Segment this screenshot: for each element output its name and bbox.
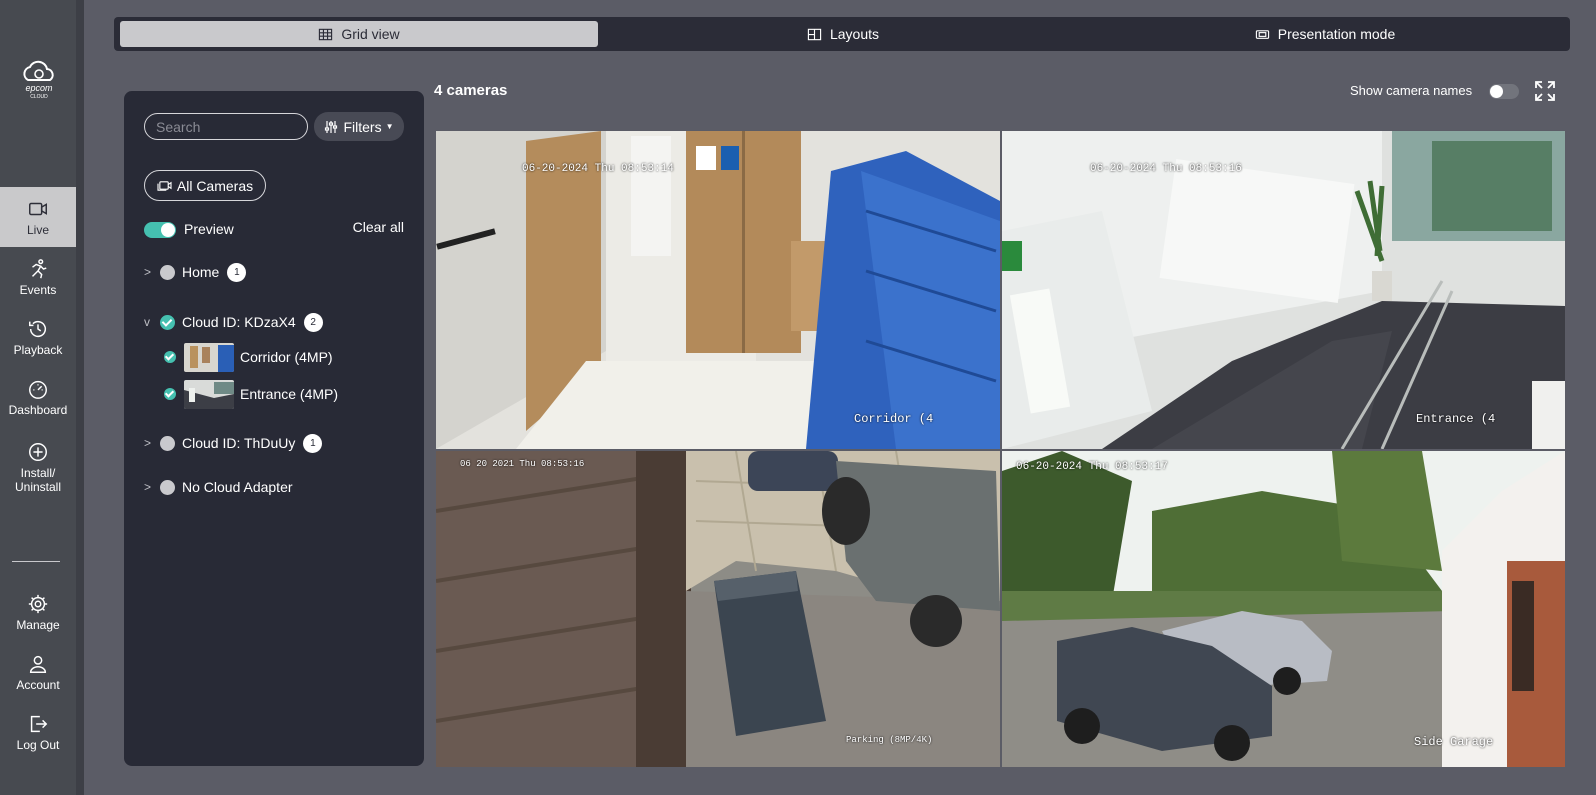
svg-text:epcom: epcom: [25, 83, 53, 93]
group-cloud-kdzax4[interactable]: v Cloud ID: KDzaX4 2: [144, 311, 323, 333]
camera-tile-side-garage[interactable]: 06-20-2024 Thu 08:53:17 Side Garage: [1002, 451, 1565, 767]
nav-label-logout: Log Out: [16, 737, 60, 752]
camera-feed-corridor: [436, 131, 1000, 449]
camera-count-badge: 2: [303, 312, 323, 332]
multi-camera-icon: [157, 181, 172, 191]
nav-item-events[interactable]: Events: [0, 247, 76, 307]
gauge-icon: [29, 380, 47, 399]
nav-label-dashboard: Dashboard: [8, 402, 68, 417]
group-cloud-thduuy[interactable]: > Cloud ID: ThDuUy 1: [144, 432, 323, 454]
nav-edge: [76, 0, 84, 795]
camera-tile-corridor[interactable]: 06-20-2024 Thu 08:53:14 Corridor (4: [436, 131, 1000, 449]
sliders-icon: [325, 120, 338, 133]
search-input[interactable]: [144, 113, 308, 140]
camera-timestamp: 06-20-2024 Thu 08:53:14: [522, 163, 674, 175]
chevron-down-icon[interactable]: v: [144, 315, 156, 329]
group-select-dot[interactable]: [160, 479, 175, 495]
camera-count-badge: 1: [303, 433, 323, 453]
view-tab-bar: Grid view Layouts Presentation mode: [114, 17, 1570, 51]
nav-label-playback: Playback: [13, 342, 63, 357]
nav-item-account[interactable]: Account: [0, 642, 76, 702]
svg-text:CLOUD: CLOUD: [30, 94, 48, 100]
tab-presentation-mode[interactable]: Presentation mode: [1086, 21, 1564, 47]
camera-checked-icon[interactable]: [164, 351, 176, 363]
camera-feed-entrance: [1002, 131, 1565, 449]
camera-item-entrance[interactable]: Entrance (4MP): [164, 379, 338, 409]
camera-checked-icon[interactable]: [164, 388, 176, 400]
epcom-cloud-logo[interactable]: epcom CLOUD: [19, 58, 59, 100]
camera-feed-parking: [436, 451, 1000, 767]
camera-overlay-label: Parking (8MP/4K): [846, 735, 933, 745]
camera-thumbnail: [184, 342, 234, 372]
history-icon: [29, 320, 47, 337]
show-camera-names-toggle[interactable]: [1489, 84, 1519, 99]
group-no-cloud-adapter[interactable]: > No Cloud Adapter: [144, 476, 293, 498]
nav-item-logout[interactable]: Log Out: [0, 702, 76, 762]
camera-tile-parking[interactable]: 06 20 2021 Thu 08:53:16 Parking (8MP/4K): [436, 451, 1000, 767]
camera-feed-side-garage: [1002, 451, 1565, 767]
filters-button[interactable]: Filters ▼: [314, 112, 404, 141]
group-select-dot[interactable]: [160, 435, 175, 451]
person-icon: [29, 655, 47, 673]
caret-down-icon: ▼: [385, 122, 394, 131]
camera-count-heading: 4 cameras: [434, 82, 508, 99]
tab-grid-view[interactable]: Grid view: [120, 21, 598, 47]
nav-item-install[interactable]: Install/Uninstall: [0, 432, 76, 502]
camera-timestamp: 06-20-2024 Thu 08:53:17: [1016, 461, 1168, 473]
all-cameras-button[interactable]: All Cameras: [144, 170, 266, 201]
chevron-right-icon[interactable]: >: [144, 480, 156, 494]
chevron-right-icon[interactable]: >: [144, 265, 156, 279]
grid-icon: [319, 28, 333, 40]
camera-list-panel: Filters ▼ All Cameras Preview Clear all …: [124, 91, 424, 766]
gear-icon: [28, 594, 48, 613]
camera-overlay-label: Entrance (4: [1416, 412, 1496, 426]
presentation-icon: [1255, 29, 1269, 39]
camera-item-corridor[interactable]: Corridor (4MP): [164, 342, 333, 372]
nav-item-live[interactable]: Live: [0, 187, 76, 247]
preview-label: Preview: [184, 221, 234, 237]
nav-label-manage: Manage: [16, 617, 60, 632]
group-select-dot[interactable]: [160, 264, 175, 280]
camera-timestamp: 06-20-2024 Thu 08:53:16: [1090, 163, 1242, 175]
logout-icon: [30, 715, 48, 732]
nav-label-events: Events: [19, 282, 57, 297]
show-camera-names-label: Show camera names: [1350, 83, 1473, 98]
nav-divider: [12, 561, 60, 562]
camera-tile-entrance[interactable]: 06-20-2024 Thu 08:53:16 Entrance (4: [1002, 131, 1565, 449]
camera-icon: [29, 202, 47, 215]
tab-layouts[interactable]: Layouts: [604, 21, 1082, 47]
plus-circle-icon: [29, 442, 47, 461]
nav-label-account: Account: [16, 677, 60, 692]
camera-thumbnail: [184, 379, 234, 409]
clear-all-link[interactable]: Clear all: [353, 219, 404, 235]
camera-overlay-label: Side Garage: [1414, 735, 1494, 749]
nav-label-live: Live: [26, 222, 49, 237]
fullscreen-icon[interactable]: [1534, 80, 1556, 102]
camera-timestamp: 06 20 2021 Thu 08:53:16: [460, 459, 585, 469]
camera-count-badge: 1: [227, 262, 247, 282]
chevron-right-icon[interactable]: >: [144, 436, 156, 450]
nav-item-dashboard[interactable]: Dashboard: [0, 367, 76, 427]
nav-item-manage[interactable]: Manage: [0, 582, 76, 642]
preview-toggle[interactable]: [144, 222, 176, 238]
group-home[interactable]: > Home 1: [144, 261, 247, 283]
nav-label-install: Install/Uninstall: [14, 465, 62, 494]
running-person-icon: [31, 258, 47, 278]
layout-icon: [807, 28, 822, 40]
nav-item-playback[interactable]: Playback: [0, 307, 76, 367]
group-checked-icon[interactable]: [160, 314, 175, 330]
camera-overlay-label: Corridor (4: [854, 412, 934, 426]
